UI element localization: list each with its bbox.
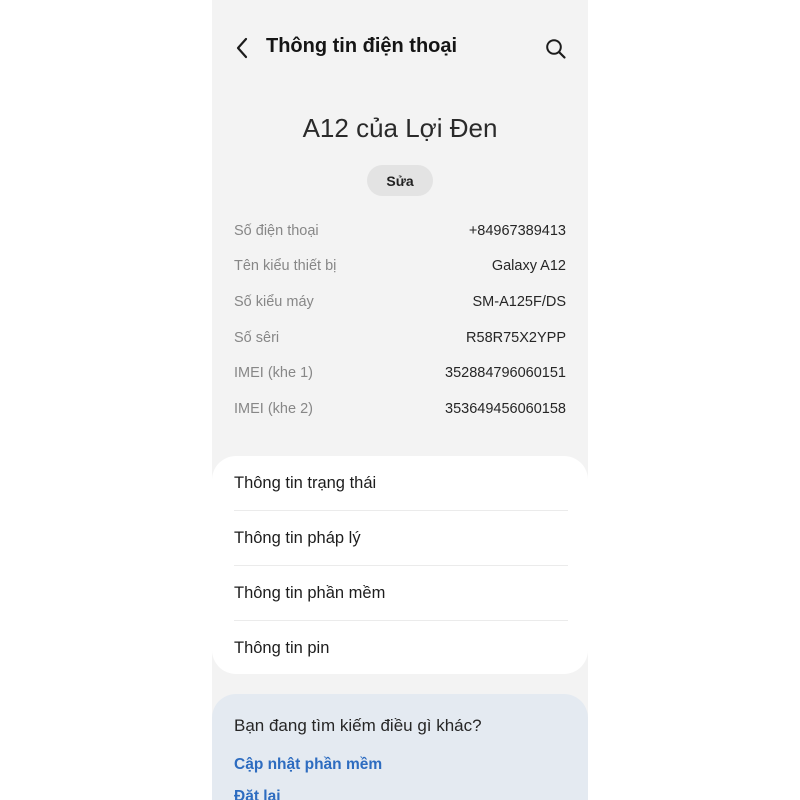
back-button[interactable]: [230, 34, 254, 62]
chevron-left-icon: [236, 37, 248, 59]
info-label: Số kiểu máy: [234, 293, 314, 310]
info-row-imei-2: IMEI (khe 2) 353649456060158: [234, 391, 566, 427]
info-label: Số sêri: [234, 329, 280, 346]
menu-item-software-info[interactable]: Thông tin phần mềm: [234, 566, 568, 621]
info-label: Số điện thoại: [234, 222, 319, 239]
info-row-model-name: Tên kiểu thiết bị Galaxy A12: [234, 249, 566, 285]
info-row-phone-number: Số điện thoại +84967389413: [234, 213, 566, 249]
menu-item-legal-info[interactable]: Thông tin pháp lý: [234, 511, 568, 566]
info-value: SM-A125F/DS: [472, 293, 566, 310]
info-label: IMEI (khe 1): [234, 365, 313, 382]
info-row-model-number: Số kiểu máy SM-A125F/DS: [234, 284, 566, 320]
menu-item-battery-info[interactable]: Thông tin pin: [234, 621, 568, 676]
info-menu-card: Thông tin trạng thái Thông tin pháp lý T…: [212, 456, 588, 674]
info-value: +84967389413: [468, 222, 566, 239]
link-reset[interactable]: Đặt lại: [234, 788, 281, 800]
info-value: 352884796060151: [445, 365, 566, 382]
search-icon: [546, 39, 566, 59]
suggestions-title: Bạn đang tìm kiếm điều gì khác?: [234, 716, 482, 735]
settings-screen: Thông tin điện thoại A12 của Lợi Đen Sửa…: [212, 0, 588, 800]
info-value: 353649456060158: [445, 400, 566, 417]
suggestions-card: Bạn đang tìm kiếm điều gì khác? Cập nhật…: [212, 694, 588, 800]
info-label: IMEI (khe 2): [234, 400, 313, 417]
info-row-imei-1: IMEI (khe 1) 352884796060151: [234, 355, 566, 391]
search-button[interactable]: [542, 35, 570, 63]
info-row-serial-number: Số sêri R58R75X2YPP: [234, 320, 566, 356]
device-name: A12 của Lợi Đen: [302, 113, 498, 143]
page-title: Thông tin điện thoại: [266, 35, 458, 57]
device-info-list: Số điện thoại +84967389413 Tên kiểu thiế…: [234, 213, 566, 427]
menu-item-status-info[interactable]: Thông tin trạng thái: [234, 456, 568, 511]
link-software-update[interactable]: Cập nhật phần mềm: [234, 756, 382, 774]
header: Thông tin điện thoại: [212, 22, 588, 74]
edit-button[interactable]: Sửa: [367, 165, 433, 196]
info-value: Galaxy A12: [491, 258, 566, 275]
info-value: R58R75X2YPP: [466, 329, 566, 346]
info-label: Tên kiểu thiết bị: [234, 258, 337, 275]
